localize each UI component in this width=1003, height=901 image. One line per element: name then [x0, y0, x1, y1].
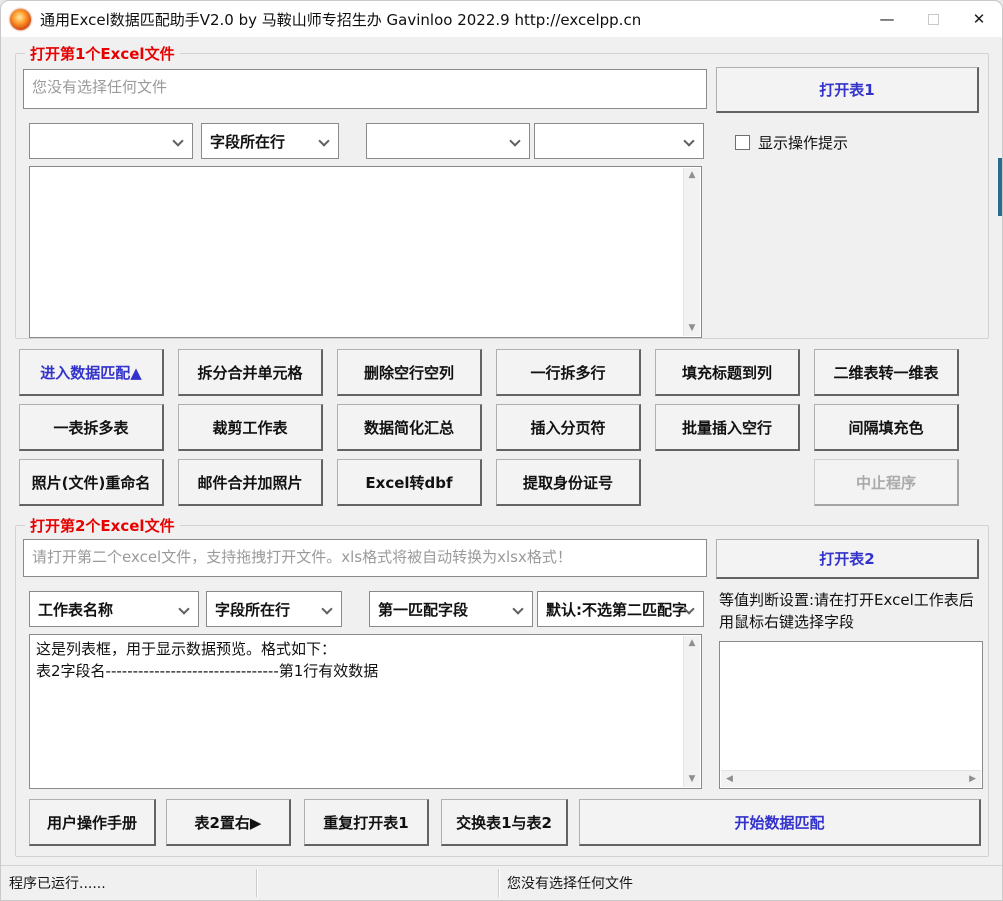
window-title: 通用Excel数据匹配助手V2.0 by 马鞍山师专招生办 Gavinloo 2… [40, 9, 641, 30]
table1-preview-vscrollbar[interactable]: ▲ ▼ [683, 168, 700, 336]
enter-data-match-button[interactable]: 进入数据匹配▲ [19, 349, 164, 396]
user-manual-button[interactable]: 用户操作手册 [29, 799, 156, 846]
status-middle-text [257, 866, 498, 900]
minimize-button[interactable]: — [864, 1, 910, 37]
chevron-down-icon [683, 135, 694, 146]
app-icon [10, 9, 31, 30]
scroll-down-icon[interactable]: ▼ [687, 321, 698, 336]
scroll-up-icon[interactable]: ▲ [687, 636, 698, 651]
interval-fill-color-button[interactable]: 间隔填充色 [814, 404, 959, 451]
table1-header-row-combo[interactable]: 字段所在行 [201, 123, 339, 159]
table1-field-combo-2[interactable] [534, 123, 704, 159]
delete-empty-rows-cols-button[interactable]: 删除空行空列 [337, 349, 482, 396]
table2-sheet-combo[interactable]: 工作表名称 [29, 591, 199, 627]
swap-tables-button[interactable]: 交换表1与表2 [441, 799, 568, 846]
table2-preview-vscrollbar[interactable]: ▲ ▼ [683, 636, 700, 787]
group1-title: 打开第1个Excel文件 [25, 44, 180, 64]
insert-page-break-button[interactable]: 插入分页符 [496, 404, 641, 451]
app-window: 通用Excel数据匹配助手V2.0 by 马鞍山师专招生办 Gavinloo 2… [0, 0, 1003, 901]
table1-preview-content [30, 167, 701, 173]
open-table1-button[interactable]: 打开表1 [716, 67, 979, 113]
chevron-down-icon [509, 135, 520, 146]
table1-sheet-combo[interactable] [29, 123, 193, 159]
mail-merge-photo-button[interactable]: 邮件合并加照片 [178, 459, 323, 506]
start-data-match-button[interactable]: 开始数据匹配 [579, 799, 981, 846]
one-table-to-many-button[interactable]: 一表拆多表 [19, 404, 164, 451]
split-merged-cells-button[interactable]: 拆分合并单元格 [178, 349, 323, 396]
one-row-to-many-button[interactable]: 一行拆多行 [496, 349, 641, 396]
maximize-icon [928, 14, 939, 25]
abort-program-button: 中止程序 [814, 459, 959, 506]
table1-header-row-combo-value: 字段所在行 [210, 131, 285, 152]
table1-preview-listbox[interactable]: ▲ ▼ [29, 166, 702, 338]
first-match-field-combo[interactable]: 第一匹配字段 [369, 591, 533, 627]
scroll-down-icon[interactable]: ▼ [687, 772, 698, 787]
file1-path-field[interactable]: 您没有选择任何文件 [23, 69, 707, 109]
excel-to-dbf-button[interactable]: Excel转dbf [337, 459, 482, 506]
match-fields-hscrollbar[interactable]: ◀ ▶ [721, 770, 981, 787]
open-table2-button[interactable]: 打开表2 [716, 539, 979, 579]
status-file-text: 您没有选择任何文件 [499, 866, 1003, 900]
chevron-down-icon [318, 135, 329, 146]
table2-header-row-combo[interactable]: 字段所在行 [206, 591, 342, 627]
table1-field-combo-1[interactable] [366, 123, 530, 159]
title-bar: 通用Excel数据匹配助手V2.0 by 马鞍山师专招生办 Gavinloo 2… [1, 1, 1002, 37]
second-match-field-combo-value: 默认:不选第二匹配字 [546, 599, 687, 620]
table2-dock-right-button[interactable]: 表2置右▶ [166, 799, 291, 846]
table2-preview-listbox[interactable]: 这是列表框，用于显示数据预览。格式如下： 表2字段名---------------… [29, 634, 702, 789]
close-button[interactable]: ✕ [956, 1, 1002, 37]
window-controls: — ✕ [864, 1, 1002, 37]
chevron-down-icon [512, 603, 523, 614]
extract-id-number-button[interactable]: 提取身份证号 [496, 459, 641, 506]
group2-title: 打开第2个Excel文件 [25, 516, 180, 536]
checkbox-icon [735, 135, 750, 150]
equality-setting-hint: 等值判断设置:请在打开Excel工作表后用鼠标右键选择字段 [719, 589, 985, 633]
preview-line-1: 这是列表框，用于显示数据预览。格式如下： [36, 640, 336, 658]
chevron-down-icon [172, 135, 183, 146]
scroll-right-icon[interactable]: ▶ [964, 773, 981, 786]
fill-title-to-column-button[interactable]: 填充标题到列 [655, 349, 800, 396]
chevron-down-icon [178, 603, 189, 614]
trim-worksheet-button[interactable]: 裁剪工作表 [178, 404, 323, 451]
table2-header-row-combo-value: 字段所在行 [215, 599, 290, 620]
preview-line-2: 表2字段名--------------------------------第1行… [36, 662, 378, 680]
match-fields-listbox[interactable]: ◀ ▶ [719, 641, 983, 789]
file2-path-field[interactable]: 请打开第二个excel文件，支持拖拽打开文件。xls格式将被自动转换为xlsx格… [23, 539, 707, 577]
status-bar: 程序已运行...... 您没有选择任何文件 [1, 865, 1002, 900]
table2-preview-content: 这是列表框，用于显示数据预览。格式如下： 表2字段名---------------… [30, 635, 701, 685]
photo-file-rename-button[interactable]: 照片(文件)重命名 [19, 459, 164, 506]
table2-sheet-combo-value: 工作表名称 [38, 599, 113, 620]
reopen-table1-button[interactable]: 重复打开表1 [304, 799, 429, 846]
first-match-field-combo-value: 第一匹配字段 [378, 599, 468, 620]
scroll-up-icon[interactable]: ▲ [687, 168, 698, 183]
show-tips-label: 显示操作提示 [758, 132, 848, 153]
status-running-text: 程序已运行...... [1, 866, 256, 900]
chevron-down-icon [321, 603, 332, 614]
2d-to-1d-table-button[interactable]: 二维表转一维表 [814, 349, 959, 396]
maximize-button[interactable] [910, 1, 956, 37]
data-simplify-summary-button[interactable]: 数据简化汇总 [337, 404, 482, 451]
scroll-left-icon[interactable]: ◀ [721, 773, 738, 786]
desktop-edge-sliver [998, 158, 1002, 216]
batch-insert-blank-rows-button[interactable]: 批量插入空行 [655, 404, 800, 451]
show-tips-checkbox[interactable]: 显示操作提示 [735, 132, 848, 153]
second-match-field-combo[interactable]: 默认:不选第二匹配字 [537, 591, 704, 627]
